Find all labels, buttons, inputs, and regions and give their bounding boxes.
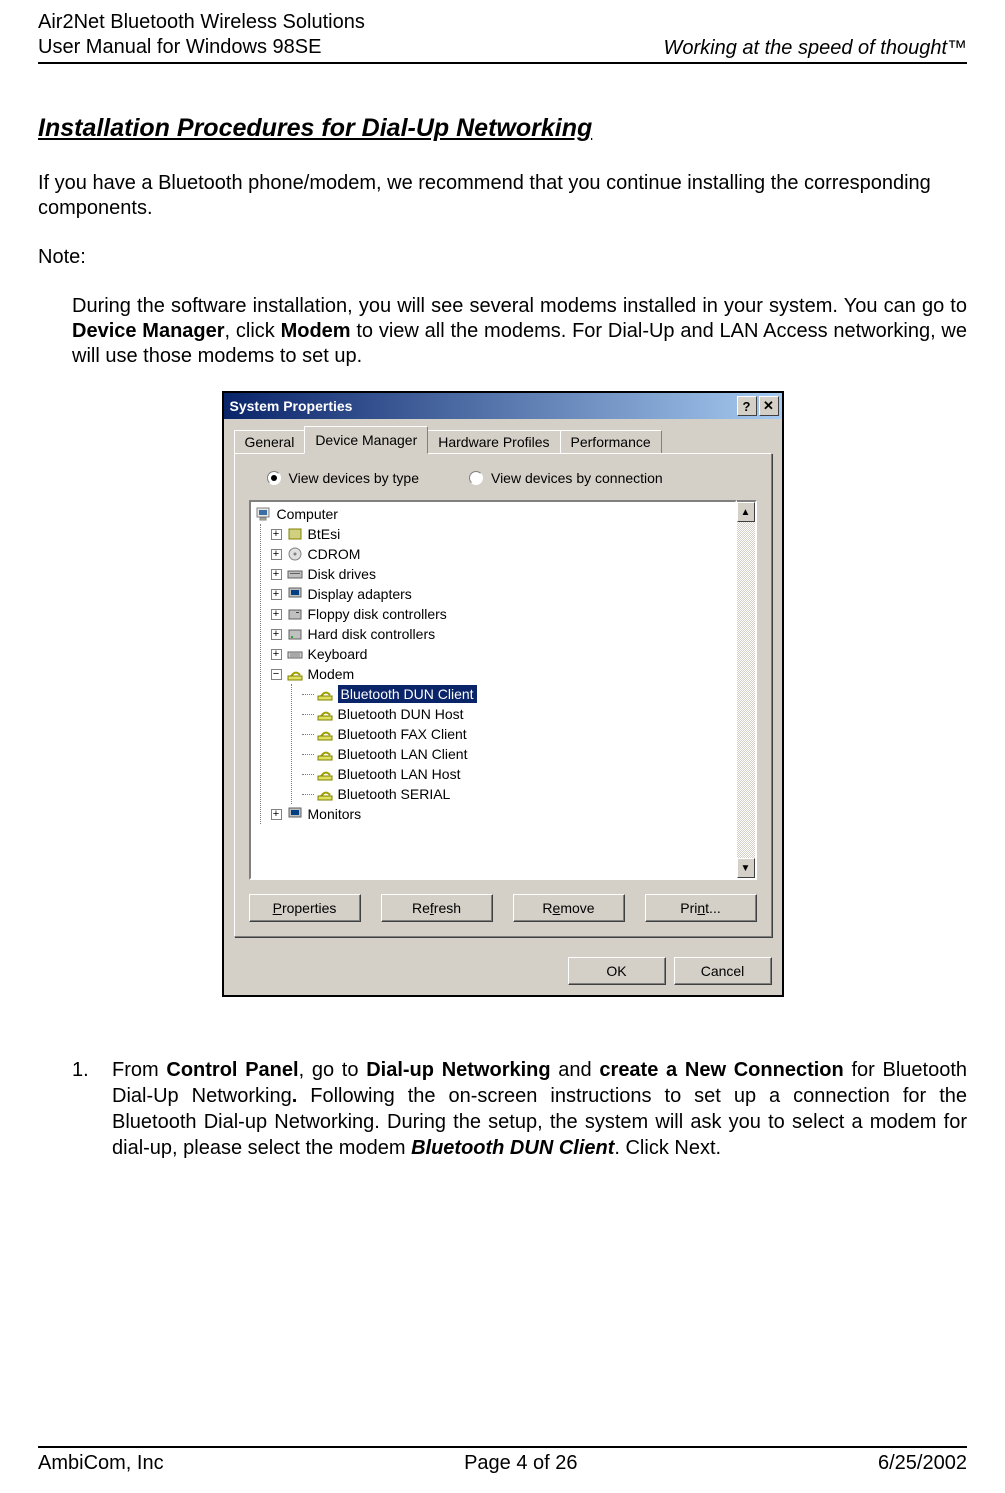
computer-icon: [255, 506, 273, 522]
device-tree[interactable]: Computer +BtEsi +CDROM +Disk drives +Dis…: [249, 500, 737, 880]
tree-item[interactable]: +BtEsi: [271, 524, 735, 544]
radio-dot-icon: [469, 471, 483, 485]
tree-modem-child[interactable]: Bluetooth LAN Client: [302, 744, 735, 764]
help-button[interactable]: ?: [737, 396, 757, 416]
close-button[interactable]: ✕: [759, 396, 779, 416]
display-icon: [286, 586, 304, 602]
header-tagline: Working at the speed of thought™: [663, 37, 967, 60]
header-line2: User Manual for Windows 98SE: [38, 36, 321, 58]
header-line1: Air2Net Bluetooth Wireless Solutions: [38, 11, 365, 33]
page-footer: AmbiCom, Inc Page 4 of 26 6/25/2002: [38, 1446, 967, 1475]
modem-icon: [316, 766, 334, 782]
tree-modem-child[interactable]: Bluetooth DUN Host: [302, 704, 735, 724]
expand-icon[interactable]: +: [271, 569, 282, 580]
note-label: Note:: [38, 246, 967, 269]
footer-date: 6/25/2002: [878, 1452, 967, 1475]
section-title: Installation Procedures for Dial-Up Netw…: [38, 114, 967, 143]
footer-company: AmbiCom, Inc: [38, 1452, 164, 1475]
tree-modem-child[interactable]: Bluetooth DUN Client: [302, 684, 735, 704]
modem-icon: [316, 726, 334, 742]
page-header: Air2Net Bluetooth Wireless Solutions Use…: [38, 10, 967, 64]
tree-modem-child[interactable]: Bluetooth FAX Client: [302, 724, 735, 744]
modem-icon: [316, 746, 334, 762]
radio-by-connection-label: View devices by connection: [491, 470, 663, 486]
step-1: 1. From Control Panel, go to Dial-up Net…: [72, 1057, 967, 1161]
cancel-button[interactable]: Cancel: [674, 957, 772, 985]
tree-modem-child[interactable]: Bluetooth SERIAL: [302, 784, 735, 804]
expand-icon[interactable]: +: [271, 629, 282, 640]
tab-row: General Device Manager Hardware Profiles…: [234, 427, 772, 453]
remove-button[interactable]: Remove: [513, 894, 625, 922]
intro-paragraph: If you have a Bluetooth phone/modem, we …: [38, 171, 967, 221]
tree-item-modem[interactable]: −Modem: [271, 664, 735, 684]
radio-dot-icon: [267, 471, 281, 485]
refresh-button[interactable]: Refresh: [381, 894, 493, 922]
scroll-up-icon[interactable]: ▲: [737, 502, 755, 522]
tree-item[interactable]: +CDROM: [271, 544, 735, 564]
modem-icon: [316, 686, 334, 702]
tree-item[interactable]: +Hard disk controllers: [271, 624, 735, 644]
floppy-icon: [286, 606, 304, 622]
tree-item[interactable]: +Disk drives: [271, 564, 735, 584]
modem-icon: [286, 666, 304, 682]
tree-root[interactable]: Computer: [255, 504, 735, 524]
properties-button[interactable]: Properties: [249, 894, 361, 922]
expand-icon[interactable]: +: [271, 589, 282, 600]
ok-button[interactable]: OK: [568, 957, 666, 985]
radio-by-type-label: View devices by type: [289, 470, 419, 486]
hdd-icon: [286, 626, 304, 642]
radio-by-connection[interactable]: View devices by connection: [469, 470, 663, 486]
modem-icon: [316, 786, 334, 802]
keyboard-icon: [286, 646, 304, 662]
note-body: During the software installation, you wi…: [72, 294, 967, 369]
device-icon: [286, 526, 304, 542]
tree-modem-child[interactable]: Bluetooth LAN Host: [302, 764, 735, 784]
expand-icon[interactable]: +: [271, 529, 282, 540]
dialog-title: System Properties: [230, 398, 737, 414]
disk-icon: [286, 566, 304, 582]
tree-scrollbar[interactable]: ▲ ▼: [737, 500, 757, 880]
footer-page: Page 4 of 26: [464, 1452, 577, 1475]
print-button[interactable]: Print...: [645, 894, 757, 922]
radio-by-type[interactable]: View devices by type: [267, 470, 419, 486]
tree-item[interactable]: +Monitors: [271, 804, 735, 824]
expand-icon[interactable]: +: [271, 609, 282, 620]
tab-panel: View devices by type View devices by con…: [234, 453, 772, 937]
system-properties-dialog: System Properties ? ✕ General Device Man…: [222, 391, 784, 997]
header-left: Air2Net Bluetooth Wireless Solutions Use…: [38, 10, 365, 60]
tab-hardware-profiles[interactable]: Hardware Profiles: [427, 430, 560, 453]
expand-icon[interactable]: +: [271, 649, 282, 660]
cdrom-icon: [286, 546, 304, 562]
monitor-icon: [286, 806, 304, 822]
tree-item[interactable]: +Keyboard: [271, 644, 735, 664]
expand-icon[interactable]: +: [271, 809, 282, 820]
step-number: 1.: [72, 1057, 96, 1161]
expand-icon[interactable]: +: [271, 549, 282, 560]
tab-device-manager[interactable]: Device Manager: [304, 426, 428, 454]
collapse-icon[interactable]: −: [271, 669, 282, 680]
tab-general[interactable]: General: [234, 430, 306, 453]
tree-item[interactable]: +Display adapters: [271, 584, 735, 604]
tab-performance[interactable]: Performance: [560, 430, 662, 453]
modem-icon: [316, 706, 334, 722]
tree-item[interactable]: +Floppy disk controllers: [271, 604, 735, 624]
dialog-titlebar[interactable]: System Properties ? ✕: [224, 393, 782, 419]
scroll-down-icon[interactable]: ▼: [737, 858, 755, 878]
